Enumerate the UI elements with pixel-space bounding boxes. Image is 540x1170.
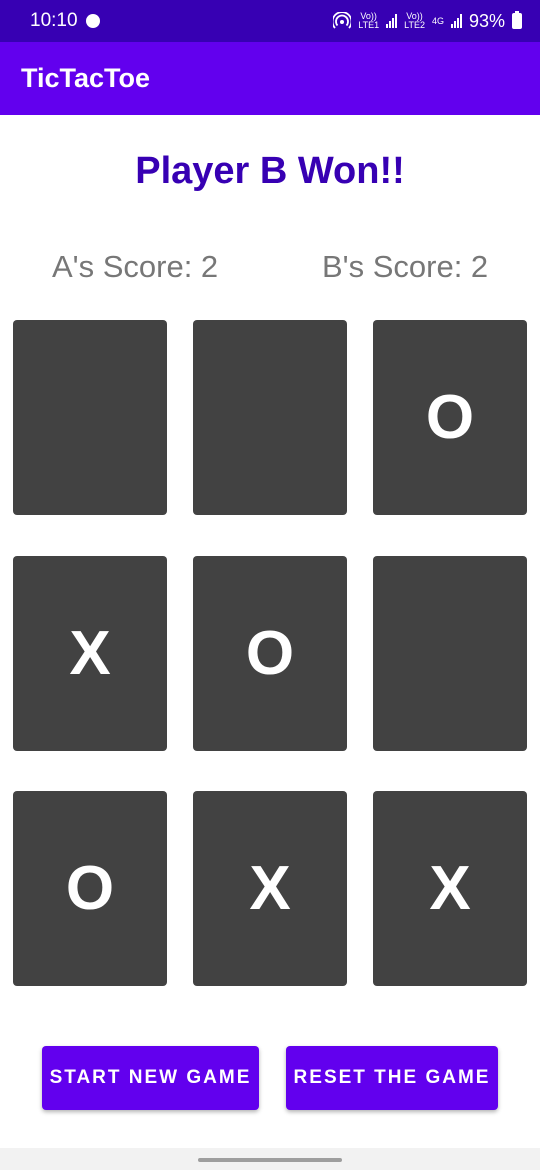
cell-1-1[interactable]: O xyxy=(193,556,347,751)
result-text: Player B Won!! xyxy=(135,150,405,192)
cell-1-0[interactable]: X xyxy=(13,556,167,751)
sim1-label: Vo)) LTE1 xyxy=(358,11,380,30)
signal-icon xyxy=(386,14,398,28)
status-icons: Vo)) LTE1 Vo)) LTE2 4G 93% xyxy=(333,11,522,32)
battery-icon xyxy=(512,11,522,29)
cell-2-0[interactable]: O xyxy=(13,791,167,986)
cell-0-2[interactable]: O xyxy=(373,320,527,515)
network-label: 4G xyxy=(431,15,444,26)
reset-game-button[interactable]: RESET THE GAME xyxy=(286,1046,498,1110)
cell-0-0[interactable] xyxy=(13,320,167,515)
navigation-bar xyxy=(0,1148,540,1170)
score-a: A's Score: 2 xyxy=(52,249,219,284)
status-time: 10:10 xyxy=(30,10,78,31)
cell-0-1[interactable] xyxy=(193,320,347,515)
cell-2-2[interactable]: X xyxy=(373,791,527,986)
notification-icon xyxy=(85,14,100,28)
signal-icon-2 xyxy=(450,14,462,28)
score-b: B's Score: 2 xyxy=(322,249,489,284)
battery-percent: 93% xyxy=(468,10,505,31)
sim2-label: Vo)) LTE2 xyxy=(404,11,425,30)
app-title: TicTacToe xyxy=(21,63,151,93)
cell-2-1[interactable]: X xyxy=(193,791,347,986)
app-bar: TicTacToe xyxy=(0,42,540,115)
start-new-game-button[interactable]: START NEW GAME xyxy=(42,1046,259,1110)
status-bar: 10:10 Vo)) LTE1 Vo)) LTE2 4G 93% xyxy=(0,0,540,42)
home-gesture-handle[interactable] xyxy=(198,1158,342,1162)
hotspot-icon xyxy=(333,12,352,29)
cell-1-2[interactable] xyxy=(373,556,527,751)
